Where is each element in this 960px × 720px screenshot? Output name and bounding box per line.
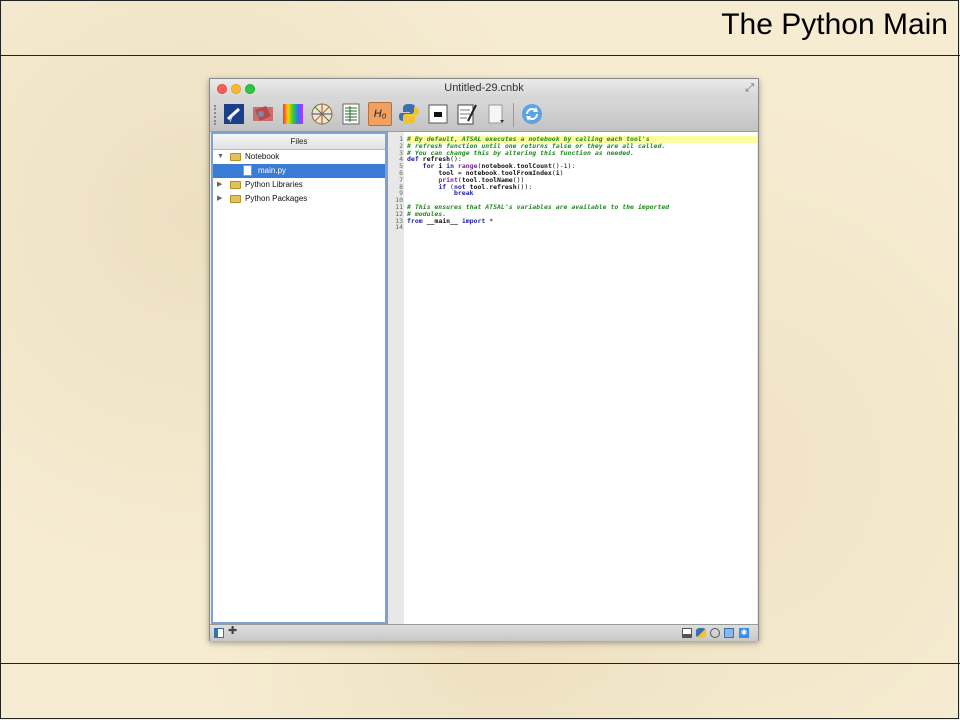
code-line[interactable]: # This ensures that ATSAL's variables ar… — [407, 204, 757, 211]
folder-icon — [230, 181, 241, 189]
pie-diagram-tool-button[interactable] — [310, 102, 334, 126]
table-tool-icon — [342, 103, 360, 125]
tree-item-label: Python Packages — [245, 194, 308, 203]
line-number-gutter: 1 2 3 4 5 6 7 8 9 10 11 12 13 14 — [388, 132, 404, 624]
notepad-edit-tool-button[interactable] — [455, 102, 479, 126]
python-tool-icon — [399, 104, 419, 124]
terminal-tool-icon — [428, 104, 448, 124]
python-icon[interactable] — [696, 628, 706, 638]
tree-item-python-libraries[interactable]: ▶ Python Libraries — [213, 178, 385, 192]
sidebar-toggle-icon[interactable] — [214, 628, 224, 638]
window-titlebar[interactable]: Untitled-29.cnbk ⤢ — [210, 79, 758, 99]
toolbar-grip-icon — [214, 105, 219, 125]
python-file-icon — [243, 165, 252, 176]
files-panel: Files ▼ Notebook main.py ▶ Python Librar… — [211, 132, 387, 624]
disclosure-expanded-icon[interactable]: ▼ — [217, 150, 224, 164]
refresh-tool-button[interactable] — [520, 102, 544, 126]
fullscreen-icon[interactable]: ⤢ — [745, 82, 754, 95]
folder-panel-icon[interactable] — [724, 628, 734, 638]
tree-item-notebook[interactable]: ▼ Notebook — [213, 150, 385, 164]
hypothesis-tool-button[interactable]: H₀ — [368, 102, 392, 126]
disclosure-collapsed-icon[interactable]: ▶ — [217, 178, 222, 192]
folder-icon — [230, 153, 241, 161]
disclosure-collapsed-icon[interactable]: ▶ — [217, 192, 222, 206]
tree-item-label: Notebook — [245, 152, 280, 161]
add-icon[interactable]: ✚ — [228, 626, 238, 637]
tree-item-label: main.py — [258, 166, 287, 175]
slide-title: The Python Main — [721, 8, 948, 41]
document-tool-button[interactable] — [484, 102, 508, 126]
tree-item-python-packages[interactable]: ▶ Python Packages — [213, 192, 385, 206]
app-window: Untitled-29.cnbk ⤢ H₀ Files ▼ Notebook m… — [209, 78, 759, 641]
code-line[interactable]: from __main__ import * — [407, 217, 757, 225]
document-tool-icon — [488, 104, 504, 124]
telescope-tool-icon — [224, 104, 244, 124]
hypothesis-tool-icon: H₀ — [373, 108, 387, 120]
status-bar: ✚ ✱ — [210, 624, 758, 641]
code-editor[interactable]: # By default, ATSAL executes a notebook … — [404, 132, 757, 624]
pie-diagram-tool-icon — [311, 103, 333, 125]
window-title: Untitled-29.cnbk — [444, 82, 524, 94]
spectrum-tool-button[interactable] — [281, 102, 305, 126]
table-tool-button[interactable] — [339, 102, 363, 126]
files-panel-header: Files — [213, 134, 385, 150]
toolbar-separator — [513, 103, 514, 127]
slide-title-bar: The Python Main — [0, 0, 960, 56]
settings-gear-icon[interactable]: ✱ — [739, 628, 749, 638]
folder-icon — [230, 195, 241, 203]
terminal-tool-button[interactable] — [426, 102, 450, 126]
tree-item-label: Python Libraries — [245, 180, 303, 189]
line-number: 14 — [395, 223, 403, 232]
tree-item-main-py[interactable]: main.py — [213, 164, 385, 178]
circle-icon[interactable] — [710, 628, 720, 638]
slide-footer-divider — [0, 663, 960, 664]
notepad-edit-tool-icon — [457, 104, 477, 125]
console-panel-icon[interactable] — [682, 628, 692, 638]
python-tool-button[interactable] — [397, 102, 421, 126]
spectrum-tool-icon — [283, 104, 303, 124]
telescope-tool-button[interactable] — [222, 102, 246, 126]
color-swatch-tool-icon — [253, 106, 273, 121]
toolbar: H₀ — [210, 99, 758, 132]
refresh-tool-icon — [522, 104, 542, 124]
color-swatch-tool-button[interactable] — [251, 102, 275, 126]
code-line[interactable]: break — [407, 190, 757, 197]
